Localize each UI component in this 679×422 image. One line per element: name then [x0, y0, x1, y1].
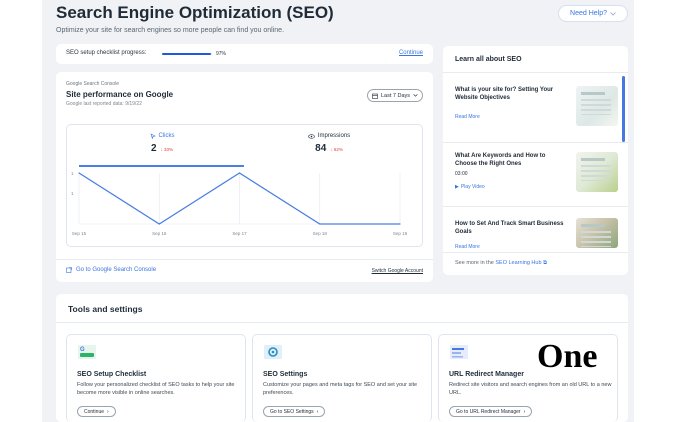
- clicks-data-point[interactable]: [399, 223, 401, 225]
- divider: [56, 259, 433, 260]
- video-duration: 03:00: [455, 171, 468, 177]
- play-video-link[interactable]: ▶ Play Video: [455, 184, 485, 190]
- x-tick-label: Sep 17: [232, 231, 247, 236]
- performance-chart: Clicks 2 ↓ 33% Impressions 84 ↓ 62% 1 1 Se…: [66, 124, 423, 247]
- learning-hub-link[interactable]: SEO Learning Hub: [495, 260, 541, 266]
- video-thumbnail: [576, 152, 618, 192]
- clicks-data-point[interactable]: [78, 172, 80, 174]
- chevron-right-icon: ›: [523, 408, 526, 415]
- article-thumbnail: [576, 86, 618, 126]
- clicks-data-point[interactable]: [158, 223, 160, 225]
- tool-name: SEO Settings: [263, 371, 308, 378]
- page-subtitle: Optimize your site for search engines so…: [56, 27, 285, 34]
- divider: [443, 206, 628, 207]
- clicks-data-point[interactable]: [319, 223, 321, 225]
- learn-item[interactable]: What Are Keywords and How to Choose the …: [455, 152, 625, 212]
- chevron-right-icon: ›: [107, 408, 109, 415]
- clicks-data-point[interactable]: [238, 172, 241, 174]
- learn-item[interactable]: How to Set And Track Smart Business Goal…: [455, 218, 625, 280]
- checklist-progress-fill: [162, 53, 211, 55]
- one-logo: One: [537, 338, 597, 375]
- x-tick-label: Sep 18: [313, 231, 328, 236]
- switch-google-account-link[interactable]: Switch Google Account: [372, 268, 423, 274]
- go-to-seo-settings-button[interactable]: Go to SEO Settings ›: [263, 406, 326, 417]
- go-to-gsc-label: Go to Google Search Console: [76, 267, 157, 273]
- learn-item-title: How to Set And Track Smart Business Goal…: [455, 221, 564, 235]
- x-tick-label: Sep 15: [72, 231, 87, 236]
- learn-seo-card: Learn all about SEO What is your site fo…: [443, 46, 628, 275]
- tool-name: SEO Setup Checklist: [77, 371, 147, 378]
- tool-description: Follow your personalized checklist of SE…: [77, 382, 235, 396]
- gsc-source-label: Google Search Console: [66, 81, 120, 87]
- learning-hub-footer: See more in the SEO Learning Hub ⧉: [455, 260, 547, 267]
- article-thumbnail: [576, 218, 618, 248]
- y-tick-label: 1: [71, 171, 74, 176]
- one-logo-text: One: [537, 338, 597, 375]
- tools-title: Tools and settings: [68, 304, 143, 314]
- tool-description: Redirect site visitors and search engine…: [449, 382, 612, 396]
- x-tick-label: Sep 19: [393, 231, 408, 236]
- x-tick-label: Sep 16: [152, 231, 167, 236]
- go-to-url-redirect-button[interactable]: Go to URL Redirect Manager ›: [449, 406, 533, 417]
- clicks-line-chart: 1 1 Sep 15 Sep 16 Sep 17 Sep 18 Sep 19: [71, 165, 408, 236]
- learn-scrollbar[interactable]: [622, 76, 625, 142]
- tool-description: Customize your pages and meta tags for S…: [263, 382, 418, 396]
- chevron-right-icon: ›: [316, 408, 319, 415]
- divider: [443, 252, 628, 253]
- chevron-down-icon: [413, 94, 418, 97]
- site-performance-card: Google Search Console Site performance o…: [56, 72, 433, 282]
- date-range-dropdown[interactable]: Last 7 Days: [367, 89, 423, 102]
- learn-item-title: What Are Keywords and How to Choose the …: [455, 153, 546, 167]
- checklist-icon: G: [78, 345, 96, 359]
- tool-card-seo-checklist[interactable]: G SEO Setup Checklist Follow your person…: [66, 334, 246, 422]
- checklist-continue-link[interactable]: Continue: [399, 50, 423, 56]
- read-more-link[interactable]: Read More: [455, 244, 480, 250]
- learn-item-title: What is your site for? Setting Your Webs…: [455, 87, 554, 101]
- need-help-button[interactable]: Need Help?: [558, 5, 628, 22]
- tool-card-seo-settings[interactable]: SEO Settings Customize your pages and me…: [252, 334, 432, 422]
- read-more-link[interactable]: Read More: [455, 114, 480, 120]
- external-link-icon: ⧉: [543, 260, 547, 266]
- tool-name: URL Redirect Manager: [449, 371, 524, 378]
- go-to-gsc-link[interactable]: Go to Google Search Console: [66, 267, 156, 273]
- checklist-progress-card: SEO setup checklist progress: 97% Contin…: [56, 44, 433, 64]
- learn-item[interactable]: What is your site for? Setting Your Webs…: [455, 86, 625, 146]
- y-tick-label: 1: [71, 191, 74, 196]
- date-range-label: Last 7 Days: [380, 92, 411, 99]
- divider: [443, 72, 628, 73]
- checklist-progress-label: SEO setup checklist progress:: [66, 50, 147, 56]
- last-reported-date: Google last reported data: 9/19/22: [66, 101, 142, 107]
- settings-gear-icon: [264, 345, 282, 359]
- chevron-down-icon: [610, 11, 616, 16]
- continue-checklist-button[interactable]: Continue ›: [77, 406, 116, 417]
- calendar-icon: [372, 93, 378, 99]
- external-link-icon: [66, 267, 72, 273]
- play-icon: ▶: [455, 184, 459, 190]
- redirect-icon: [450, 345, 468, 359]
- learn-title: Learn all about SEO: [455, 56, 522, 63]
- learning-hub-prefix: See more in the: [455, 260, 494, 266]
- need-help-label: Need Help?: [570, 10, 607, 17]
- svg-text:G: G: [80, 347, 85, 353]
- checklist-progress-bar: [162, 53, 212, 55]
- checklist-progress-percent: 97%: [216, 51, 227, 57]
- page-title: Search Engine Optimization (SEO): [56, 3, 334, 22]
- performance-title: Site performance on Google: [66, 90, 174, 99]
- divider: [443, 142, 628, 143]
- divider: [56, 322, 628, 323]
